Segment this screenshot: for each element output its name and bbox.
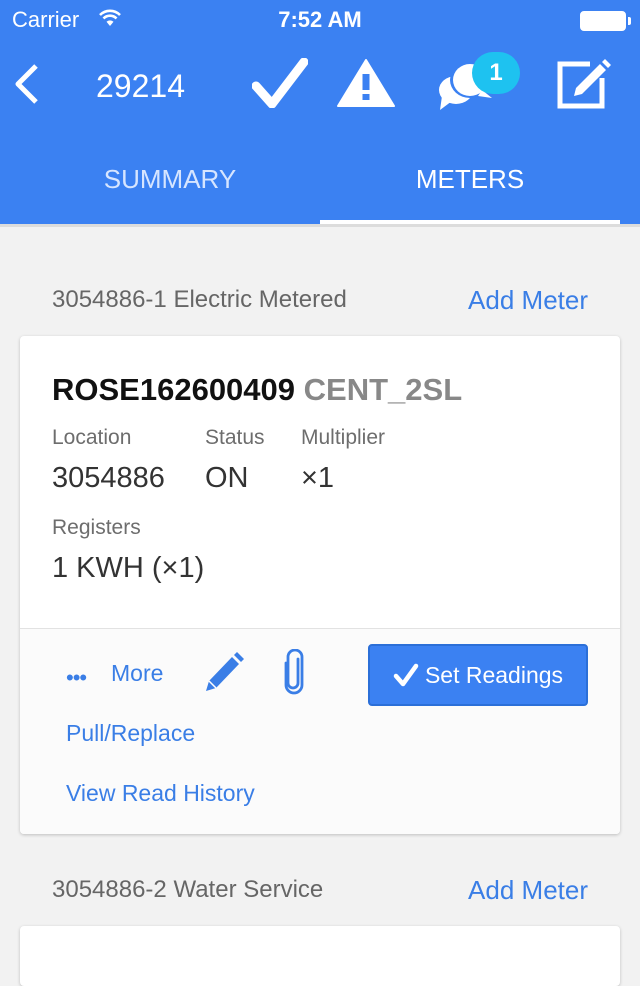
meter-type: CENT_2SL [303, 372, 463, 407]
tab-bar: SUMMARY METERS [0, 140, 640, 224]
status-label: Status [205, 426, 265, 449]
checkmark-icon[interactable] [251, 57, 309, 113]
warning-icon[interactable] [336, 58, 396, 113]
more-button[interactable]: More [111, 660, 163, 687]
meter-id: ROSE162600409 [52, 372, 296, 407]
add-meter-button[interactable]: Add Meter [468, 285, 588, 316]
paperclip-icon[interactable] [282, 648, 306, 700]
meter-card: ROSE162600409 CENT_2SL Location Status M… [20, 336, 620, 834]
job-number-title: 29214 [96, 68, 185, 104]
registers-value: 1 KWH (×1) [52, 552, 205, 584]
status-value: ON [205, 462, 249, 494]
set-readings-button[interactable]: Set Readings [368, 644, 588, 706]
edit-icon[interactable] [556, 58, 612, 115]
tab-summary[interactable]: SUMMARY [10, 140, 330, 224]
pencil-icon[interactable] [202, 651, 244, 700]
section-title: 3054886-2 Water Service [52, 876, 324, 903]
chat-count-badge: 1 [472, 52, 520, 94]
battery-icon [580, 11, 626, 31]
multiplier-value: ×1 [301, 462, 335, 494]
set-readings-label: Set Readings [424, 661, 564, 688]
tab-meters[interactable]: METERS [310, 140, 630, 224]
view-read-history-link[interactable]: View Read History [66, 780, 255, 807]
add-meter-button[interactable]: Add Meter [468, 875, 588, 906]
meter-card [20, 926, 620, 986]
meter-heading: ROSE162600409 CENT_2SL [52, 372, 462, 408]
checkmark-icon [393, 663, 419, 687]
battery-tip [628, 17, 631, 25]
nav-bar: 29214 1 [0, 40, 640, 130]
location-value: 3054886 [52, 462, 165, 494]
more-dots-icon[interactable]: ••• [66, 665, 87, 691]
back-chevron-icon[interactable] [12, 62, 40, 111]
header-divider [0, 224, 640, 227]
app-header: Carrier 7:52 AM 29214 1 SUMMARY METERS [0, 0, 640, 224]
multiplier-label: Multiplier [301, 426, 386, 449]
pull-replace-link[interactable]: Pull/Replace [66, 720, 195, 747]
status-bar: Carrier 7:52 AM [0, 0, 640, 40]
section-title: 3054886-1 Electric Metered [52, 286, 347, 313]
meter-actions: ••• More Set Readings Pull/Replace View … [20, 629, 620, 834]
location-label: Location [52, 426, 132, 449]
clock: 7:52 AM [278, 7, 362, 32]
registers-label: Registers [52, 516, 141, 539]
